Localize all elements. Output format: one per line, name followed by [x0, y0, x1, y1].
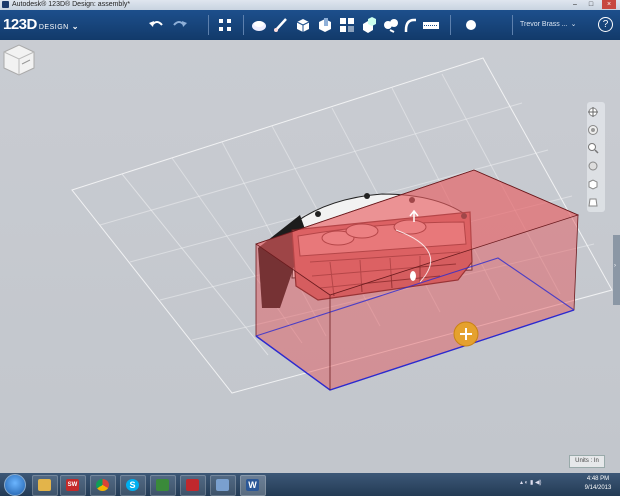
- grouping-icon[interactable]: [360, 16, 378, 34]
- chevron-right-icon: ›: [614, 263, 616, 269]
- material-view-icon[interactable]: [587, 196, 599, 208]
- sketch-icon[interactable]: [272, 16, 290, 34]
- main-toolbar: 123D DESIGN ⌄ Trevor Brass ... ⌄ ?: [0, 10, 620, 40]
- redo-icon[interactable]: [170, 16, 188, 34]
- minimize-button[interactable]: –: [568, 0, 582, 9]
- pan-icon[interactable]: [587, 106, 599, 118]
- orbit-icon[interactable]: [587, 124, 599, 136]
- undo-icon[interactable]: [148, 16, 166, 34]
- logo-sub: DESIGN: [38, 24, 69, 31]
- transform-icon[interactable]: [216, 16, 234, 34]
- view-style-icon[interactable]: [587, 178, 599, 190]
- help-button[interactable]: ?: [598, 17, 613, 32]
- skype-icon[interactable]: S: [120, 475, 146, 496]
- clock-date: 9/14/2013: [584, 485, 612, 491]
- start-button[interactable]: [4, 474, 26, 496]
- files-icon[interactable]: [210, 475, 236, 496]
- user-name: Trevor Brass ...: [520, 21, 568, 28]
- user-menu[interactable]: Trevor Brass ... ⌄: [520, 20, 576, 28]
- system-tray[interactable]: ▴ ◐ ▮ ◀): [520, 479, 542, 486]
- clock-time: 4:48 PM: [586, 476, 610, 482]
- units-selector[interactable]: Units : In: [569, 455, 605, 468]
- text-icon[interactable]: [422, 16, 440, 34]
- primitives-icon[interactable]: [250, 16, 268, 34]
- window-title: Autodesk® 123D® Design: assembly*: [12, 1, 131, 8]
- explorer-icon[interactable]: [32, 475, 58, 496]
- construct-icon[interactable]: [294, 16, 312, 34]
- scene: [71, 57, 613, 394]
- word-icon[interactable]: W: [240, 475, 266, 496]
- windows-taskbar: SW S W ▴ ◐ ▮ ◀) 4:48 PM 9/14/2013: [0, 473, 620, 496]
- 3d-viewport[interactable]: › Units : In: [0, 40, 620, 473]
- measure-icon[interactable]: [402, 16, 420, 34]
- maximize-button[interactable]: □: [584, 0, 598, 9]
- close-button[interactable]: ×: [602, 0, 616, 9]
- side-panel-toggle[interactable]: ›: [613, 235, 620, 305]
- chevron-down-icon: ⌄: [570, 21, 577, 28]
- snap-icon[interactable]: [382, 16, 400, 34]
- view-cube[interactable]: [0, 40, 38, 78]
- navigation-bar: [587, 102, 605, 212]
- acrobat-icon[interactable]: [180, 475, 206, 496]
- zoom-icon[interactable]: [587, 142, 599, 154]
- rotate-handle[interactable]: [410, 271, 416, 281]
- clock[interactable]: 4:48 PM 9/14/2013: [578, 475, 618, 493]
- material-icon[interactable]: [462, 16, 480, 34]
- app-menu[interactable]: 123D DESIGN ⌄: [3, 16, 78, 33]
- app-icon[interactable]: [150, 475, 176, 496]
- solidworks-icon[interactable]: SW: [60, 475, 86, 496]
- chrome-icon[interactable]: [90, 475, 116, 496]
- chevron-down-icon: ⌄: [71, 22, 79, 31]
- app-icon: [2, 1, 9, 8]
- logo-text: 123D: [3, 16, 37, 33]
- selection-box: [255, 169, 580, 391]
- pattern-icon[interactable]: [338, 16, 356, 34]
- fit-icon[interactable]: [587, 160, 599, 172]
- modify-icon[interactable]: [316, 16, 334, 34]
